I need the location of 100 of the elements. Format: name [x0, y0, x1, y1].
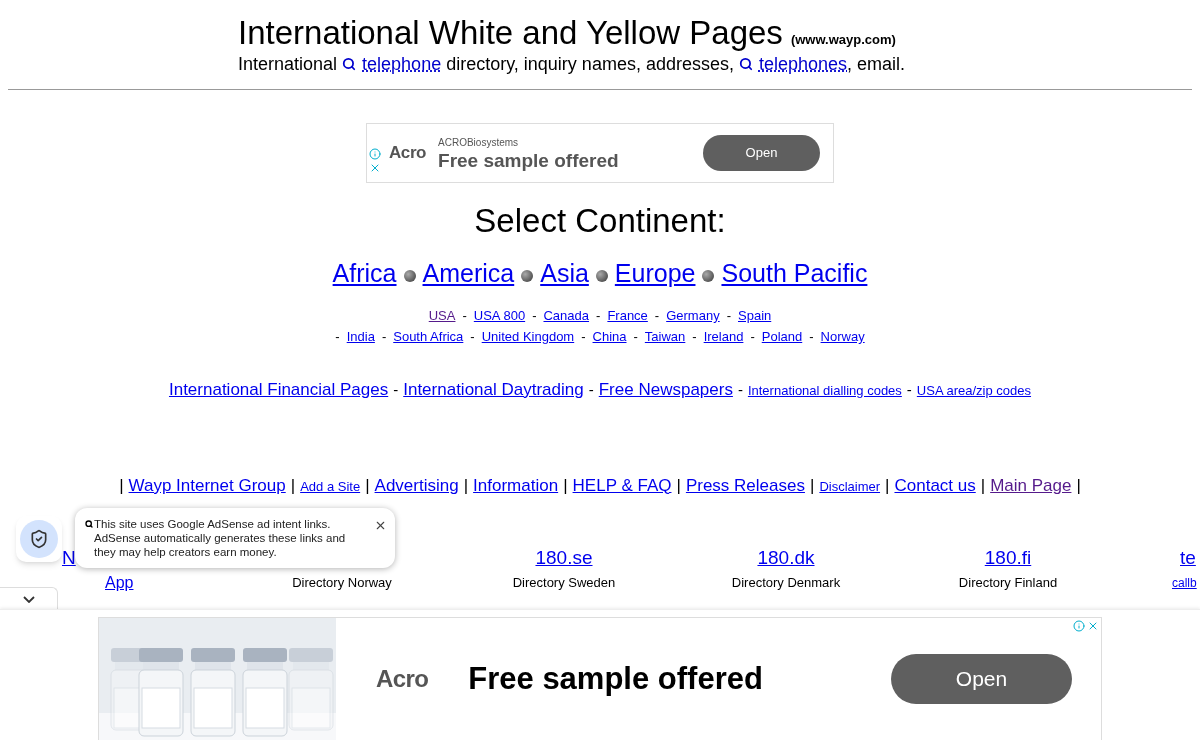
- ad-headline: Free sample offered: [468, 659, 763, 698]
- shield-button[interactable]: [16, 516, 62, 562]
- directory-caption: Directory Sweden: [512, 574, 616, 592]
- tagline-text: International: [238, 53, 338, 76]
- separator: -: [462, 307, 467, 325]
- nav-link[interactable]: International Daytrading: [403, 377, 584, 403]
- page-title: International White and Yellow Pages: [238, 14, 783, 52]
- nav-link[interactable]: United Kingdom: [481, 326, 575, 347]
- acro-logo: Acro: [376, 665, 429, 692]
- nav-link[interactable]: Disclaimer: [819, 476, 881, 496]
- nav-link[interactable]: International Financial Pages: [168, 377, 389, 403]
- ad-headline: Free sample offered: [438, 149, 619, 172]
- separator: -: [588, 380, 594, 400]
- advertiser-name: ACROBiosystems: [438, 135, 520, 150]
- nav-link[interactable]: Add a Site: [300, 476, 361, 496]
- nav-link[interactable]: USA 800: [473, 305, 526, 326]
- punctuation: ,: [847, 53, 853, 76]
- separator: -: [633, 328, 638, 346]
- site-address: (www.wayp.com): [790, 31, 896, 49]
- separator: -: [381, 328, 387, 346]
- acro-logo: Acro: [389, 143, 427, 163]
- tagline-text: directory, inquiry names, addresses,: [446, 53, 734, 76]
- continent-link[interactable]: South Pacific: [721, 258, 868, 288]
- directory-caption: Directory Finland: [958, 574, 1058, 592]
- search-link[interactable]: telephones: [758, 52, 848, 76]
- separator: |: [980, 474, 986, 497]
- chevron-down-icon: [22, 596, 35, 603]
- open-button[interactable]: Open: [891, 654, 1072, 704]
- separator: |: [676, 474, 681, 497]
- nav-link[interactable]: USA: [428, 305, 456, 326]
- info-icon[interactable]: [369, 148, 381, 160]
- bullet-icon: [702, 270, 715, 282]
- separator: |: [290, 474, 296, 497]
- separator: -: [393, 380, 399, 400]
- search-icon: [342, 57, 357, 71]
- separator: |: [809, 474, 815, 497]
- continent-link[interactable]: Asia: [540, 258, 589, 288]
- separator: |: [365, 474, 370, 497]
- separator: |: [563, 474, 568, 497]
- continent-link[interactable]: Europe: [614, 258, 696, 288]
- separator: |: [463, 474, 469, 497]
- directory-link[interactable]: 180.fi: [984, 543, 1032, 572]
- continent-link[interactable]: Africa: [332, 258, 397, 288]
- nav-link[interactable]: Poland: [761, 326, 803, 347]
- nav-link[interactable]: Spain: [738, 305, 772, 326]
- nav-link[interactable]: Press Releases: [685, 472, 805, 498]
- section-heading: Select Continent:: [473, 201, 727, 241]
- directory-sublink[interactable]: App: [105, 572, 134, 594]
- directory-caption: Directory Norway: [292, 574, 392, 592]
- separator: |: [119, 474, 124, 497]
- nav-link[interactable]: Germany: [666, 305, 720, 326]
- continent-link[interactable]: America: [422, 258, 515, 288]
- separator: -: [692, 328, 697, 346]
- search-icon: [85, 520, 93, 528]
- nav-link[interactable]: Norway: [820, 326, 865, 347]
- nav-link[interactable]: Free Newspapers: [598, 377, 733, 403]
- notice-text: This site uses Google AdSense ad intent links. AdSense automatically generates these links and they may help creators earn money.: [94, 517, 347, 559]
- separator: -: [335, 328, 340, 346]
- separator: -: [737, 380, 743, 400]
- nav-link[interactable]: Main Page: [990, 472, 1072, 498]
- nav-link[interactable]: Information: [473, 472, 559, 498]
- nav-link[interactable]: China: [592, 326, 627, 347]
- separator: -: [596, 307, 601, 325]
- nav-link[interactable]: HELP & FAQ: [572, 472, 672, 498]
- separator: |: [885, 474, 890, 497]
- separator: -: [654, 307, 660, 325]
- directory-caption: Directory Denmark: [731, 574, 841, 592]
- bullet-icon: [403, 270, 416, 282]
- nav-link[interactable]: Advertising: [374, 472, 459, 498]
- tagline-text: email.: [857, 53, 906, 76]
- separator: -: [750, 328, 755, 346]
- info-icon[interactable]: [1073, 620, 1085, 632]
- directory-link[interactable]: N: [62, 543, 76, 572]
- nav-link[interactable]: International dialling codes: [747, 381, 902, 401]
- nav-link[interactable]: Contact us: [894, 472, 976, 498]
- nav-link[interactable]: Canada: [543, 305, 590, 326]
- nav-link[interactable]: South Africa: [393, 326, 464, 347]
- bullet-icon: [595, 270, 608, 282]
- nav-link[interactable]: Ireland: [703, 326, 744, 347]
- bullet-icon: [521, 270, 534, 282]
- collapse-tab[interactable]: [0, 587, 58, 611]
- separator: |: [1076, 474, 1081, 497]
- separator: -: [581, 328, 586, 346]
- directory-link[interactable]: 180.dk: [757, 543, 815, 572]
- close-icon[interactable]: [374, 519, 387, 532]
- separator: -: [809, 328, 814, 346]
- open-button[interactable]: Open: [703, 135, 820, 171]
- directory-link[interactable]: te: [1180, 543, 1196, 572]
- search-link[interactable]: telephone: [362, 52, 442, 76]
- search-icon: [738, 57, 753, 71]
- nav-link[interactable]: USA area/zip codes: [916, 381, 1032, 401]
- separator: -: [532, 307, 537, 325]
- nav-link[interactable]: Wayp Internet Group: [128, 472, 286, 498]
- directory-link[interactable]: 180.se: [535, 543, 593, 572]
- nav-link[interactable]: France: [607, 305, 648, 326]
- nav-link[interactable]: Taiwan: [644, 326, 686, 347]
- separator: -: [906, 380, 912, 400]
- separator: -: [470, 328, 475, 346]
- nav-link[interactable]: India: [346, 326, 375, 347]
- directory-sublink[interactable]: callb: [1172, 572, 1197, 594]
